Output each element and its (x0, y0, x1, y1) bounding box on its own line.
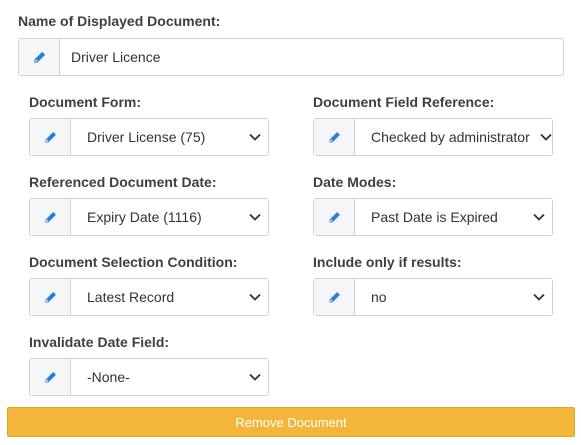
pencil-icon (30, 199, 71, 235)
referenced-document-date-text: Expiry Date (1116) (87, 209, 202, 225)
invalidate-date-field-label: Invalidate Date Field: (29, 334, 170, 350)
chevron-down-icon (249, 373, 261, 381)
pencil-icon (19, 39, 60, 75)
date-modes-value[interactable]: Past Date is Expired (355, 199, 552, 235)
document-field-reference-label: Document Field Reference: (313, 94, 495, 110)
document-field-reference-select[interactable]: Checked by administrator (313, 118, 553, 156)
pencil-icon (30, 359, 71, 395)
include-only-if-results-label: Include only if results: (313, 254, 462, 270)
pencil-icon (30, 119, 71, 155)
chevron-down-icon (532, 133, 552, 141)
invalidate-date-field-value[interactable]: -None- (71, 359, 268, 395)
document-selection-condition-select[interactable]: Latest Record (29, 278, 269, 316)
chevron-down-icon (249, 133, 261, 141)
chevron-down-icon (249, 213, 261, 221)
document-form-select[interactable]: Driver License (75) (29, 118, 269, 156)
referenced-document-date-select[interactable]: Expiry Date (1116) (29, 198, 269, 236)
chevron-down-icon (249, 293, 261, 301)
remove-document-button[interactable]: Remove Document (7, 407, 575, 437)
document-selection-condition-text: Latest Record (87, 289, 175, 305)
document-field-reference-value[interactable]: Checked by administrator (355, 119, 552, 155)
invalidate-date-field-select[interactable]: -None- (29, 358, 269, 396)
document-form-label: Document Form: (29, 94, 141, 110)
pencil-icon (30, 279, 71, 315)
invalidate-date-field-text: -None- (87, 369, 130, 385)
document-selection-condition-value[interactable]: Latest Record (71, 279, 268, 315)
pencil-icon (314, 199, 355, 235)
date-modes-label: Date Modes: (313, 174, 397, 190)
document-form-text: Driver License (75) (87, 129, 206, 145)
pencil-icon (314, 119, 355, 155)
date-modes-text: Past Date is Expired (371, 209, 498, 225)
chevron-down-icon (533, 213, 545, 221)
document-selection-condition-label: Document Selection Condition: (29, 254, 238, 270)
document-field-reference-text: Checked by administrator (371, 129, 530, 145)
include-only-if-results-text: no (371, 289, 387, 305)
referenced-document-date-value[interactable]: Expiry Date (1116) (71, 199, 268, 235)
include-only-if-results-value[interactable]: no (355, 279, 552, 315)
pencil-icon (314, 279, 355, 315)
name-field[interactable]: Driver Licence (18, 38, 564, 76)
name-field-input[interactable]: Driver Licence (60, 39, 563, 75)
include-only-if-results-select[interactable]: no (313, 278, 553, 316)
name-field-label: Name of Displayed Document: (18, 13, 221, 29)
date-modes-select[interactable]: Past Date is Expired (313, 198, 553, 236)
document-form-value[interactable]: Driver License (75) (71, 119, 268, 155)
chevron-down-icon (533, 293, 545, 301)
referenced-document-date-label: Referenced Document Date: (29, 174, 217, 190)
